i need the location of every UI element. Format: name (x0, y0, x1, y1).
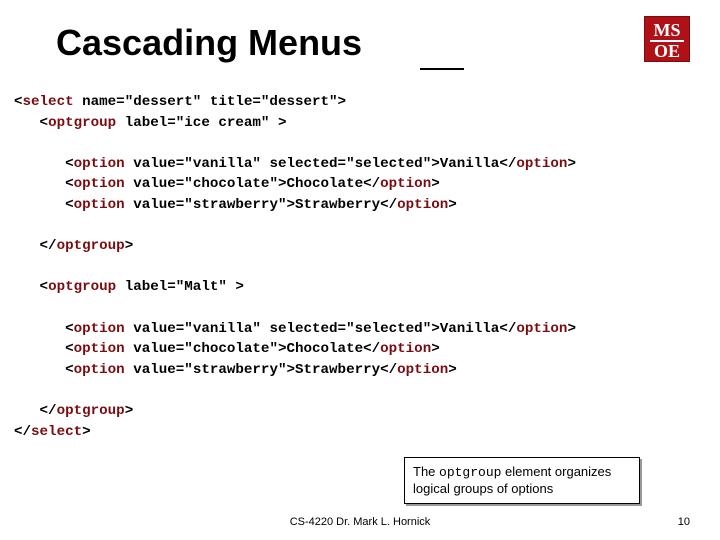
msoe-logo: MS OE (644, 16, 690, 62)
title-rule (420, 68, 464, 70)
callout-pre: The (413, 464, 439, 479)
slide-title: Cascading Menus (56, 22, 362, 64)
logo-line2: OE (654, 41, 680, 61)
slide: Cascading Menus MS OE <select name="dess… (0, 0, 720, 540)
callout-keyword: optgroup (439, 465, 501, 480)
logo-line1: MS (654, 20, 681, 40)
footer-center: CS-4220 Dr. Mark L. Hornick (0, 516, 720, 528)
page-number: 10 (678, 516, 690, 528)
code-block: <select name="dessert" title="dessert"> … (14, 92, 706, 442)
callout-box: The optgroup element organizes logical g… (404, 457, 640, 505)
